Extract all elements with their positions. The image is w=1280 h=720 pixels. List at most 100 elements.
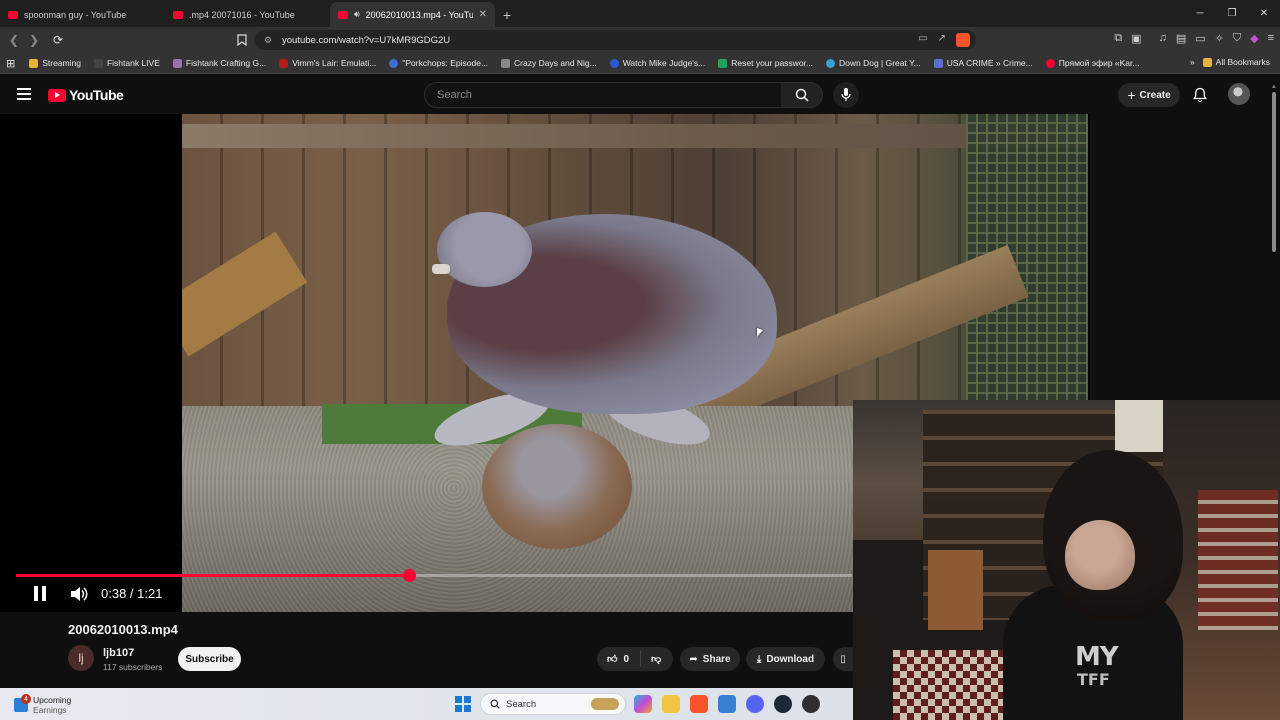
address-bar[interactable]: ⚙ youtube.com/watch?v=U7kMR9GDG2U ▭ ↗ (254, 30, 976, 50)
menu-icon[interactable] (17, 88, 31, 100)
bookmark-vimms-lair[interactable]: Vimm's Lair: Emulati... (279, 58, 376, 68)
like-button[interactable]: 👍︎ 0 (597, 651, 641, 667)
file-explorer-icon[interactable] (662, 695, 680, 713)
forward-icon[interactable]: ❯ (24, 30, 44, 50)
close-window-icon[interactable]: ✕ (1248, 0, 1280, 27)
wallet-card-icon[interactable]: ▭ (1195, 32, 1205, 45)
share-page-icon[interactable]: ↗ (938, 33, 946, 47)
pause-button[interactable] (32, 586, 48, 602)
folder-icon (29, 58, 39, 68)
bookmark-fishtank-live[interactable]: Fishtank LIVE (93, 58, 160, 68)
copilot-icon[interactable] (634, 695, 652, 713)
webcam-right-shelf (1198, 490, 1278, 630)
leo-ai-icon[interactable]: ✧ (1215, 32, 1224, 45)
scroll-up-icon[interactable]: ▲ (1271, 84, 1277, 90)
windows-start-icon[interactable] (455, 696, 471, 712)
back-icon[interactable]: ❮ (4, 30, 24, 50)
webcam-person-face (1065, 520, 1135, 590)
notifications-bell-icon[interactable] (1192, 87, 1208, 103)
taskbar-apps (634, 695, 820, 713)
close-tab-icon[interactable]: ✕ (479, 9, 487, 20)
audio-playing-icon[interactable]: 🔊︎ (354, 9, 360, 20)
screen: spoonman guy - YouTube .mp4 20071016 - Y… (0, 0, 1280, 720)
upcoming-widget[interactable]: 4 Upcoming Earnings (14, 694, 71, 715)
tab-title: spoonman guy - YouTube (24, 9, 127, 20)
sidebar-icon[interactable]: ▤ (1176, 32, 1186, 45)
bookmark-streaming[interactable]: Streaming (29, 58, 81, 68)
wallet-icon[interactable]: ▣ (1131, 32, 1141, 45)
bookmark-usa-crime[interactable]: USA CRIME » Crime... (933, 58, 1033, 68)
bookmark-label: Down Dog | Great Y... (839, 58, 921, 68)
download-icon: ⤓ (756, 653, 762, 665)
subscribe-button[interactable]: Subscribe (178, 647, 241, 671)
obs-icon[interactable] (802, 695, 820, 713)
channel-avatar[interactable]: lj (68, 645, 94, 671)
bookmark-label: "Porkchops: Episode... (402, 58, 489, 68)
new-tab-button[interactable]: + (495, 2, 519, 27)
brave-shields-icon[interactable] (956, 33, 970, 47)
tab-title: 20062010013.mp4 - YouTube (365, 9, 473, 20)
account-avatar[interactable] (1228, 83, 1250, 105)
like-count: 0 (623, 653, 630, 665)
tab-current-video[interactable]: 🔊︎ 20062010013.mp4 - YouTube ✕ (330, 2, 495, 27)
bookmark-label: All Bookmarks (1215, 57, 1270, 67)
menu-icon[interactable]: ≡ (1268, 32, 1274, 45)
restore-icon[interactable]: ❐ (1216, 0, 1248, 27)
more-bookmarks-icon[interactable]: » (1190, 57, 1195, 67)
download-button[interactable]: ⤓ Download (746, 647, 825, 671)
search-input[interactable]: Search (424, 82, 782, 108)
webcam-checkered-floor (893, 650, 1013, 720)
steam-icon[interactable] (774, 695, 792, 713)
scrubber-handle[interactable] (402, 569, 416, 582)
bookmark-label: Watch Mike Judge's... (622, 58, 706, 68)
youtube-logo[interactable]: YouTube (48, 87, 124, 103)
profile-icon[interactable]: ◆ (1250, 32, 1258, 45)
bookmark-fishtank-crafting[interactable]: Fishtank Crafting G... (172, 58, 266, 68)
reload-icon[interactable]: ⟳ (48, 30, 68, 50)
voice-search-button[interactable] (833, 82, 859, 108)
search-icon (795, 88, 809, 102)
progress-bar[interactable] (16, 569, 852, 582)
scrollbar-thumb[interactable] (1272, 92, 1276, 252)
tab-spoonman[interactable]: spoonman guy - YouTube (0, 2, 165, 27)
site-icon (718, 58, 728, 68)
search-placeholder: Search (437, 89, 472, 101)
save-button[interactable]: ▯ (833, 647, 853, 671)
site-info-icon[interactable]: ⚙ (264, 35, 274, 46)
window-controls: ─ ❐ ✕ (1184, 0, 1280, 27)
bookmark-down-dog[interactable]: Down Dog | Great Y... (826, 58, 921, 68)
channel-name[interactable]: ljb107 (103, 647, 134, 659)
minimize-icon[interactable]: ─ (1184, 0, 1216, 27)
search-button[interactable] (781, 82, 823, 108)
extensions-icon[interactable]: ⧉ (1114, 32, 1122, 45)
microphone-icon (841, 88, 851, 101)
bookmark-label: Vimm's Lair: Emulati... (292, 58, 377, 68)
bookmark-reset-password[interactable]: Reset your passwor... (718, 58, 813, 68)
youtube-favicon-icon (338, 10, 348, 19)
create-button[interactable]: + Create (1118, 83, 1180, 107)
notepad-icon[interactable] (718, 695, 736, 713)
brave-browser-icon[interactable] (690, 695, 708, 713)
site-icon (279, 58, 289, 68)
apps-grid-icon[interactable]: ⊞ (6, 57, 15, 70)
vpn-icon[interactable]: ⛉ (1233, 32, 1241, 45)
volume-icon[interactable] (70, 586, 88, 602)
bookmark-live-stream[interactable]: Прямой эфир «Kar... (1045, 58, 1139, 68)
bookmark-page-icon[interactable] (232, 30, 252, 50)
tab-mp4-20071016[interactable]: .mp4 20071016 - YouTube (165, 2, 330, 27)
download-label: Download (766, 653, 815, 665)
discord-icon[interactable] (746, 695, 764, 713)
bookmark-porkchops[interactable]: "Porkchops: Episode... (389, 58, 488, 68)
media-icon[interactable]: ♫ (1159, 32, 1167, 45)
share-icon: ➦ (689, 653, 698, 665)
dislike-button[interactable]: 👎︎ (641, 653, 661, 665)
calendar-icon: 4 (14, 694, 31, 712)
subscriber-count: 117 subscribers (103, 662, 163, 672)
bookmark-mike-judge[interactable]: Watch Mike Judge's... (609, 58, 706, 68)
cast-icon[interactable]: ▭ (918, 33, 927, 47)
browser-toolbar: ❮ ❯ ⟳ ⚙ youtube.com/watch?v=U7kMR9GDG2U … (0, 27, 1280, 53)
all-bookmarks[interactable]: All Bookmarks (1202, 57, 1270, 67)
taskbar-search[interactable]: Search (480, 693, 626, 715)
share-button[interactable]: ➦ Share (680, 647, 740, 671)
bookmark-crazy-days[interactable]: Crazy Days and Nig... (501, 58, 597, 68)
